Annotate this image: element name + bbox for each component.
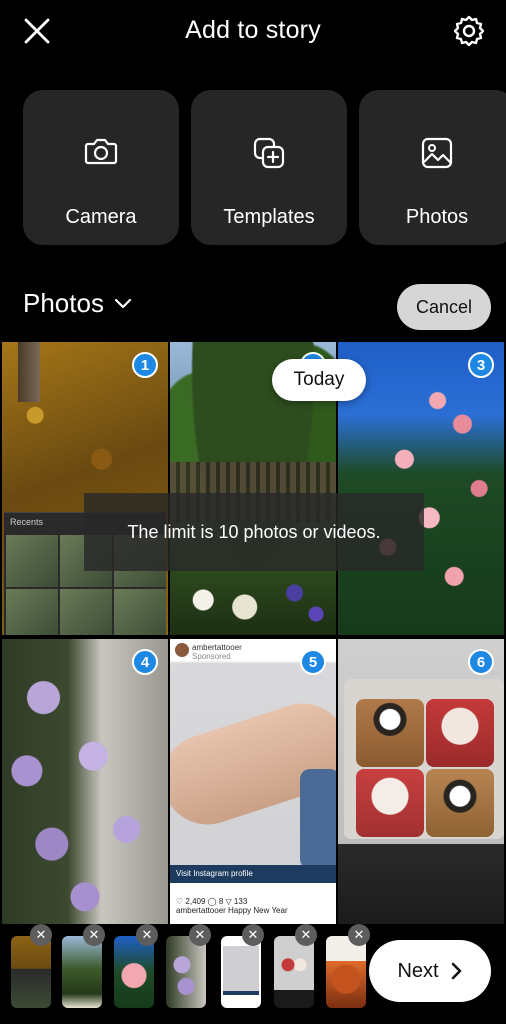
selected-thumb-1[interactable] xyxy=(11,936,51,1008)
likes-count: 2,409 xyxy=(185,897,206,906)
date-pill: Today xyxy=(272,359,366,401)
remove-thumb-button[interactable]: ✕ xyxy=(136,924,158,946)
photo xyxy=(2,639,168,932)
album-row: Photos Cancel xyxy=(0,284,506,330)
page-title: Add to story xyxy=(185,16,321,44)
image-icon xyxy=(421,137,453,169)
templates-label: Templates xyxy=(223,206,315,228)
media-item-1[interactable]: Recents 1 xyxy=(2,342,168,635)
chevron-down-icon xyxy=(114,298,132,308)
media-item-6[interactable]: 6 xyxy=(338,639,504,932)
create-options: Camera Templates Photos xyxy=(23,90,506,245)
settings-button[interactable] xyxy=(448,10,490,52)
next-button[interactable]: Next xyxy=(369,940,491,1002)
next-label: Next xyxy=(397,959,439,982)
selected-thumb-7[interactable] xyxy=(326,936,366,1008)
media-item-5[interactable]: ambertattooer Sponsored Visit Instagram … xyxy=(170,639,336,932)
limit-toast: The limit is 10 photos or videos. xyxy=(84,493,424,571)
mini-label: Recents xyxy=(10,517,44,527)
selected-tray: ✕ ✕ ✕ ✕ ✕ ✕ ✕ Next xyxy=(0,924,506,1024)
media-grid: Recents 1 3 4 ambertattooer Sponsored Vi… xyxy=(0,342,506,932)
photos-tile[interactable]: Photos xyxy=(359,90,506,245)
photo xyxy=(338,639,504,932)
selected-thumb-6[interactable] xyxy=(274,936,314,1008)
remove-thumb-button[interactable]: ✕ xyxy=(242,924,264,946)
remove-thumb-button[interactable]: ✕ xyxy=(189,924,211,946)
gear-icon xyxy=(453,15,485,47)
shares-count: 133 xyxy=(233,897,248,906)
remove-thumb-button[interactable]: ✕ xyxy=(83,924,105,946)
selection-badge: 4 xyxy=(132,649,158,675)
camera-tile[interactable]: Camera xyxy=(23,90,179,245)
remove-thumb-button[interactable]: ✕ xyxy=(295,924,317,946)
selected-thumb-3[interactable] xyxy=(114,936,154,1008)
album-selector[interactable]: Photos xyxy=(23,288,132,319)
header: Add to story xyxy=(0,0,506,62)
photos-label: Photos xyxy=(405,206,469,228)
post-sponsored: Sponsored xyxy=(192,652,231,661)
selection-badge: 1 xyxy=(132,352,158,378)
comments-count: 8 xyxy=(218,897,224,906)
album-title: Photos xyxy=(23,288,104,318)
templates-icon xyxy=(253,137,285,169)
photo: Recents xyxy=(2,342,168,635)
cancel-button[interactable]: Cancel xyxy=(397,284,491,330)
selected-thumb-4[interactable] xyxy=(166,936,206,1008)
selected-thumb-2[interactable] xyxy=(62,936,102,1008)
visit-profile-bar: Visit Instagram profile xyxy=(170,865,336,883)
media-item-4[interactable]: 4 xyxy=(2,639,168,932)
photo: ambertattooer Sponsored Visit Instagram … xyxy=(170,639,336,932)
camera-label: Camera xyxy=(65,206,137,228)
selection-badge: 3 xyxy=(468,352,494,378)
chevron-right-icon xyxy=(451,962,461,980)
templates-tile[interactable]: Templates xyxy=(191,90,347,245)
remove-thumb-button[interactable]: ✕ xyxy=(30,924,52,946)
selected-thumb-5[interactable] xyxy=(221,936,261,1008)
selection-badge: 5 xyxy=(300,649,326,675)
remove-thumb-button[interactable]: ✕ xyxy=(348,924,370,946)
post-handle: ambertattooer xyxy=(192,643,242,652)
camera-icon xyxy=(84,138,118,165)
selection-badge: 6 xyxy=(468,649,494,675)
post-caption: ambertattooer Happy New Year xyxy=(176,906,288,915)
